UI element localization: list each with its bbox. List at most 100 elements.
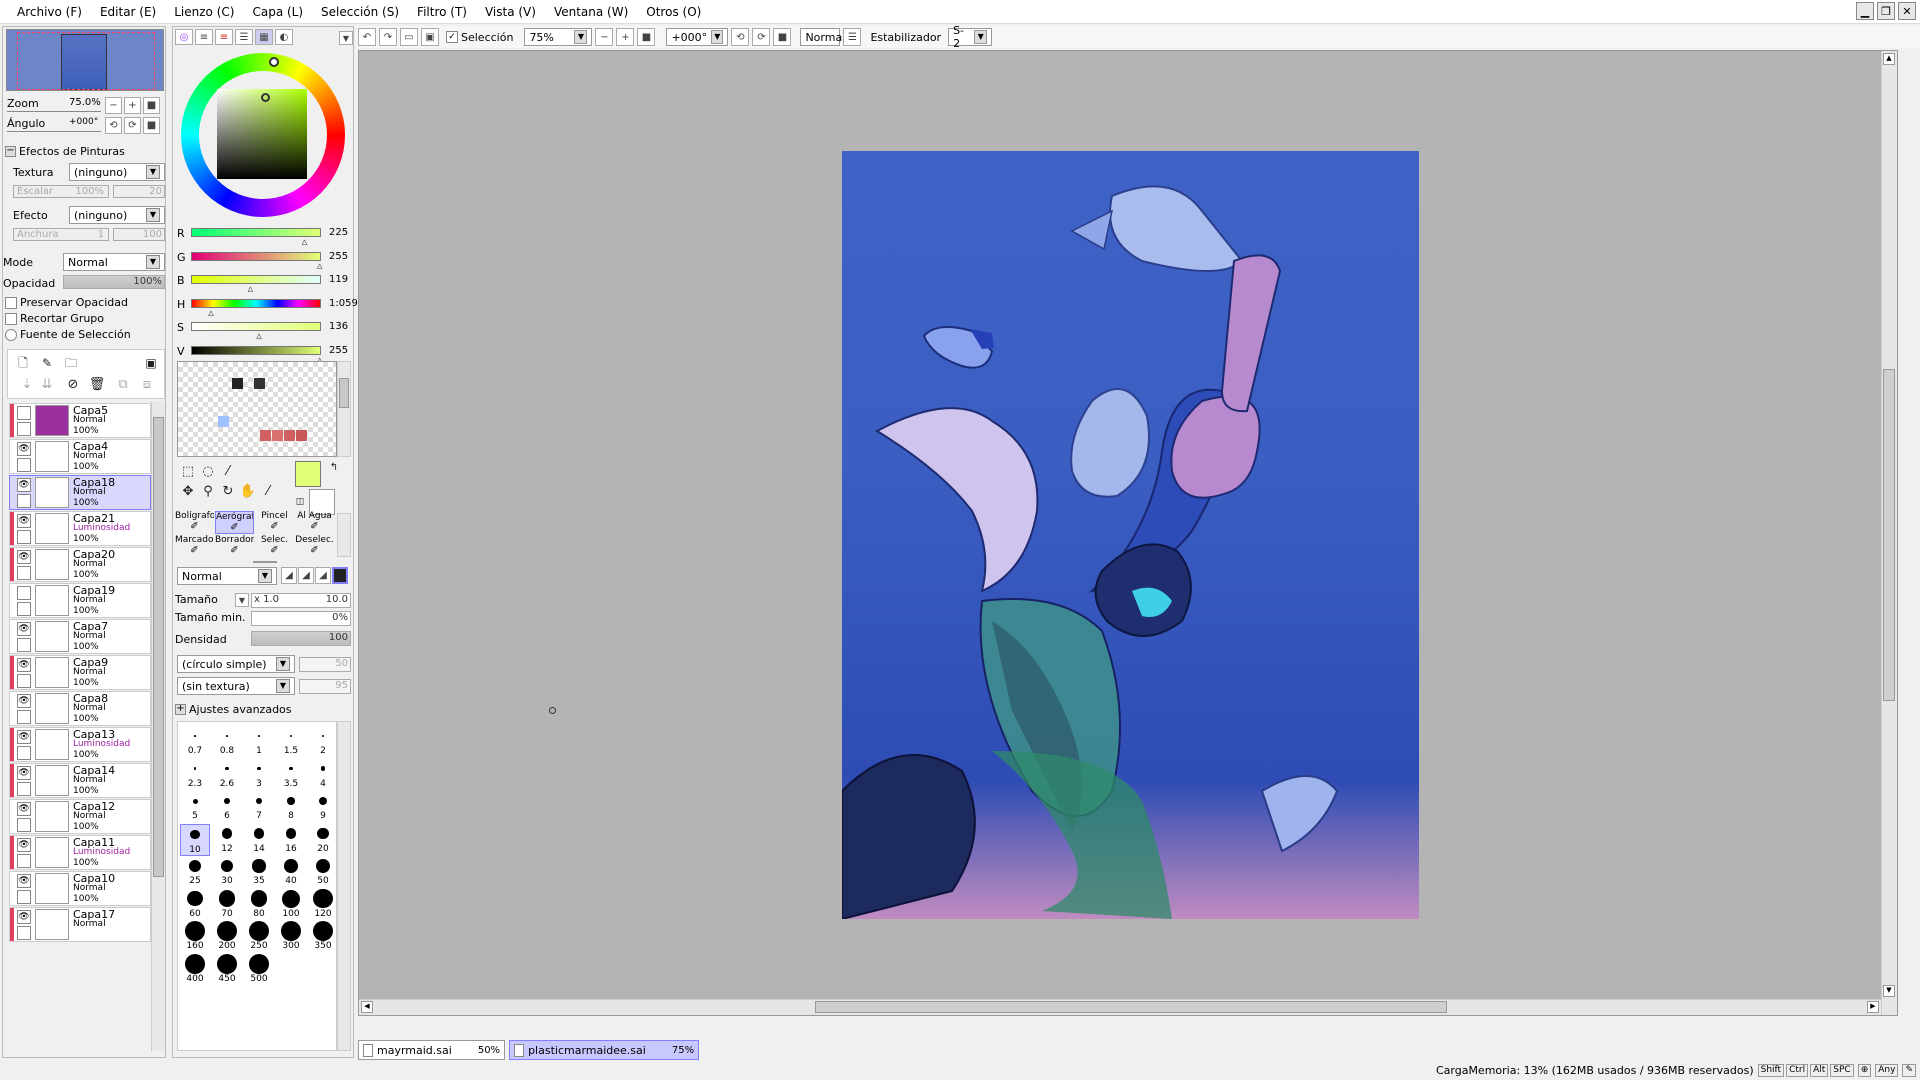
swatch-red-2[interactable] [272, 430, 283, 441]
visibility-eye-icon[interactable]: 👁 [17, 514, 31, 528]
brush-size-80[interactable]: 80 [244, 889, 274, 921]
scroll-up-icon[interactable]: ▲ [1883, 53, 1895, 65]
brush-tool-3[interactable]: Al Agua ✐ [295, 511, 334, 534]
hue-handle[interactable] [269, 57, 279, 67]
restore-window-icon[interactable]: ❐ [1877, 2, 1895, 20]
zoom-icon[interactable]: ⚲ [199, 483, 217, 501]
angle-dropdown[interactable]: +000° ▼ [666, 28, 729, 46]
hand-icon[interactable]: ✋ [239, 483, 257, 501]
brush-size-160[interactable]: 160 [180, 921, 210, 953]
selection-source-option[interactable]: Fuente de Selección [5, 328, 131, 341]
layers-scroll-thumb[interactable] [153, 417, 164, 877]
slider-handle-icon[interactable]: △ [317, 262, 322, 270]
rotate-right-icon[interactable]: ⟳ [752, 28, 771, 46]
zoom-out-icon[interactable]: − [595, 28, 614, 46]
brush-texture-dropdown[interactable]: (sin textura) ▼ [177, 677, 295, 695]
brush-size-25[interactable]: 25 [180, 856, 210, 888]
visibility-eye-icon[interactable] [17, 586, 31, 600]
menu-item-4[interactable]: Selección (S) [312, 5, 408, 19]
clip-group-option[interactable]: Recortar Grupo [5, 312, 104, 325]
zoom-reset-icon[interactable]: ■ [637, 28, 656, 46]
rotate-left-icon[interactable]: ⟲ [731, 28, 750, 46]
panel-splitter[interactable] [253, 561, 277, 563]
visibility-eye-icon[interactable]: 👁 [17, 478, 31, 492]
layer-row[interactable]: 👁 Capa18 Normal 100% [9, 475, 151, 510]
panel-menu-icon[interactable]: ▼ [339, 31, 353, 45]
layer-lock-icon[interactable] [17, 530, 31, 544]
layer-opacity-slider[interactable]: 100% [63, 275, 165, 289]
scroll-left-icon[interactable]: ◀ [361, 1001, 373, 1013]
layer-row[interactable]: 👁 Capa7 Normal 100% [9, 619, 151, 654]
color-slider-v[interactable]: V △ 255 [177, 343, 357, 364]
rotate-reset-icon[interactable]: ■ [773, 28, 792, 46]
layer-row[interactable]: Capa19 Normal 100% [9, 583, 151, 618]
brush-size-12[interactable]: 12 [212, 824, 242, 856]
visibility-eye-icon[interactable]: 👁 [17, 694, 31, 708]
swatch-red-4[interactable] [296, 430, 307, 441]
layer-lock-icon[interactable] [17, 674, 31, 688]
slider-handle-icon[interactable]: △ [256, 332, 261, 340]
clip-group-checkbox[interactable] [5, 313, 17, 325]
brush-texture-strength[interactable]: 95 [299, 679, 351, 694]
swatch-red-3[interactable] [284, 430, 295, 441]
selection-toggle[interactable]: ✓ Selección [446, 31, 513, 44]
canvas-vscrollbar[interactable]: ▲ ▼ [1881, 51, 1897, 1015]
lasso-icon[interactable]: ◌ [199, 463, 217, 481]
brush-size-5[interactable]: 5 [180, 791, 210, 823]
swatches-tab-icon[interactable]: ▦ [255, 29, 273, 45]
brush-size-3[interactable]: 3 [244, 759, 274, 791]
new-layer-icon[interactable]: 🗋 [14, 354, 32, 372]
brush-tool-7[interactable]: Deselec. ✐ [295, 535, 334, 558]
color-wheel[interactable] [181, 53, 345, 217]
minimize-window-icon[interactable]: ▁ [1856, 2, 1874, 20]
merge-all-icon[interactable]: ⧈ [138, 376, 156, 394]
navigator-preview[interactable] [6, 29, 164, 91]
slider-track[interactable] [191, 345, 321, 355]
layer-menu-icon[interactable]: ▣ [142, 354, 160, 372]
brush-size-200[interactable]: 200 [212, 921, 242, 953]
color-slider-g[interactable]: G △ 255 [177, 249, 357, 270]
visibility-eye-icon[interactable]: 👁 [17, 766, 31, 780]
visibility-eye-icon[interactable]: 👁 [17, 730, 31, 744]
layer-lock-icon[interactable] [17, 890, 31, 904]
invert-selection-icon[interactable]: ▣ [421, 28, 439, 46]
brush-size-100[interactable]: 100 [276, 889, 306, 921]
close-window-icon[interactable]: ✕ [1898, 2, 1916, 20]
size-dropdown-icon[interactable]: ▼ [235, 593, 249, 607]
layer-lock-icon[interactable] [17, 854, 31, 868]
brush-shape-dropdown[interactable]: (círculo simple) ▼ [177, 655, 295, 673]
layer-lock-icon[interactable] [17, 746, 31, 760]
preserve-opacity-checkbox[interactable] [5, 297, 17, 309]
slider-track[interactable] [191, 275, 321, 284]
layer-row[interactable]: 👁 Capa10 Normal 100% [9, 871, 151, 906]
layer-lock-icon[interactable] [17, 782, 31, 796]
brush-tool-2[interactable]: Pincel ✐ [255, 511, 294, 534]
brush-size-8[interactable]: 8 [276, 791, 306, 823]
brush-size-400[interactable]: 400 [180, 953, 210, 986]
navigator-viewport[interactable] [17, 32, 155, 90]
swap-colors-icon[interactable]: ↰ [325, 459, 343, 477]
primary-color[interactable] [295, 461, 321, 487]
color-wheel-tab-icon[interactable]: ◎ [175, 29, 193, 45]
layer-row[interactable]: 👁 Capa8 Normal 100% [9, 691, 151, 726]
layer-lock-icon[interactable] [17, 818, 31, 832]
brush-size-16[interactable]: 16 [276, 824, 306, 856]
zoom-dropdown[interactable]: 75% ▼ [524, 28, 593, 46]
effect-dropdown[interactable]: (ninguno) ▼ [69, 206, 165, 224]
rgb-slider-tab-icon[interactable]: ≡ [195, 29, 213, 45]
layer-row[interactable]: 👁 Capa14 Normal 100% [9, 763, 151, 798]
swatch-lightblue[interactable] [218, 416, 229, 427]
layers-scrollbar[interactable] [151, 401, 165, 1051]
menu-item-2[interactable]: Lienzo (C) [165, 5, 243, 19]
visibility-eye-icon[interactable]: 👁 [17, 910, 31, 924]
visibility-eye-icon[interactable]: 👁 [17, 622, 31, 636]
layer-lock-icon[interactable] [17, 494, 31, 508]
brush-tool-0[interactable]: Bolígrafo ✐ [175, 511, 214, 534]
brush-size-60[interactable]: 60 [180, 889, 210, 921]
brush-size-10[interactable]: 10 [180, 823, 210, 856]
selection-checkbox[interactable]: ✓ [446, 31, 458, 43]
brush-size-0.8[interactable]: 0.8 [212, 726, 242, 758]
layer-lock-icon[interactable] [17, 422, 31, 436]
layer-row[interactable]: 👁 Capa4 Normal 100% [9, 439, 151, 474]
brush-tool-1[interactable]: Aerógrafo✐ [215, 511, 254, 534]
